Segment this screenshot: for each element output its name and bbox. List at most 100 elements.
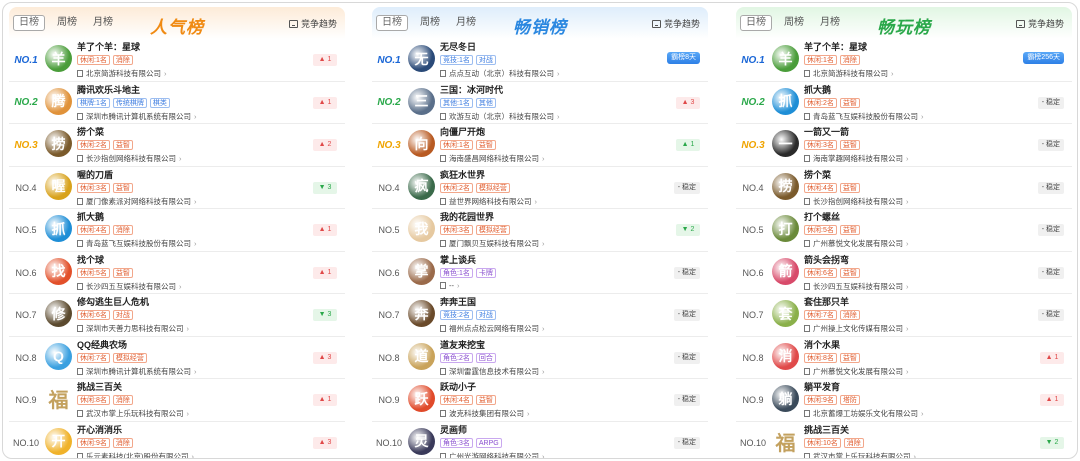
kid-icon[interactable]: 跃 xyxy=(408,385,435,412)
game-name[interactable]: 我的花园世界 xyxy=(440,212,640,223)
fruit-icon[interactable]: 消 xyxy=(772,342,799,370)
ranking-row[interactable]: NO.1 无无尽冬日 竞技:1名 对战 点点互动（北京）科技有限公司 › 霸榜8天 xyxy=(372,39,708,82)
company-link[interactable]: 益世界网络科技有限公司 › xyxy=(440,196,640,207)
company-link[interactable]: 长沙四五互娱科技有限公司 › xyxy=(77,281,277,292)
game-name[interactable]: 羊了个羊：星球 xyxy=(77,42,277,53)
company-link[interactable]: 欢游互动（北京）科技有限公司 › xyxy=(440,111,640,122)
ball-icon[interactable]: 找 xyxy=(45,257,72,285)
game-name[interactable]: 捞个菜 xyxy=(804,170,1004,181)
ranking-row[interactable]: NO.4 疯疯狂水世界 休闲:2名 模拟经营 益世界网络科技有限公司 › - 稳定 xyxy=(372,167,708,209)
company-link[interactable]: 北京蓄爆工坊娱乐文化有限公司 › xyxy=(804,408,1004,419)
farm-icon[interactable]: Q xyxy=(45,342,72,370)
ranking-row[interactable]: NO.3 一一箭又一箭 休闲:3名 益智 海南掌趣网络科技有限公司 › - 稳定 xyxy=(736,124,1072,167)
game-name[interactable]: QQ经典农场 xyxy=(77,340,277,351)
screw-icon[interactable]: 打 xyxy=(772,215,799,242)
treasure-icon[interactable]: 道 xyxy=(408,342,435,370)
company-link[interactable]: 青岛蓝飞互娱科技股份有限公司 › xyxy=(804,111,1004,122)
tab-month[interactable]: 月榜 xyxy=(452,15,480,31)
game-name[interactable]: 找个球 xyxy=(77,255,277,266)
zombie-icon[interactable]: 向 xyxy=(408,130,435,157)
ranking-row[interactable]: NO.8 Q QQ经典农场 休闲:7名 模拟经营 深圳市腾讯计算机系统有限公司 › ▲ 3 xyxy=(9,337,345,379)
company-link[interactable]: 波克科技集团有限公司 › xyxy=(440,408,640,419)
dog-icon[interactable]: 修 xyxy=(45,300,72,327)
company-link[interactable]: -- › xyxy=(440,281,640,290)
game-name[interactable]: 向僵尸开炮 xyxy=(440,127,640,138)
game-name[interactable]: 挑战三百关 xyxy=(804,425,1004,436)
trend-button[interactable]: 竞争趋势 xyxy=(651,17,700,30)
tab-day[interactable]: 日榜 xyxy=(13,15,45,31)
ranking-row[interactable]: NO.7 奔奔奔王国 竞技:2名 对战 福州点点松云网络有限公司 › - 稳定 xyxy=(372,294,708,337)
game-name[interactable]: 套住那只羊 xyxy=(804,297,1004,308)
ranking-row[interactable]: NO.2 抓抓大鹅 休闲:2名 益智 青岛蓝飞互娱科技股份有限公司 › - 稳定 xyxy=(736,82,1072,124)
game-name[interactable]: 掌上谈兵 xyxy=(440,255,640,266)
ranking-row[interactable]: NO.7 套套住那只羊 休闲:7名 消除 广州操上文化传媒有限公司 › - 稳定 xyxy=(736,294,1072,337)
company-link[interactable]: 深圳市腾讯计算机系统有限公司 › xyxy=(77,111,277,122)
ranking-row[interactable]: NO.6 掌掌上谈兵 角色:1名 卡牌 -- › - 稳定 xyxy=(372,252,708,294)
company-link[interactable]: 厦门飘贝互娱科技有限公司 › xyxy=(440,238,640,249)
game-name[interactable]: 三国：冰河时代 xyxy=(440,85,640,96)
company-link[interactable]: 乐元素科技(北京)股份有限公司 › xyxy=(77,451,277,458)
farmer-icon[interactable]: 腾 xyxy=(45,87,72,115)
ranking-row[interactable]: NO.1 羊羊了个羊：星球 休闲:1名 消除 北京简游科技有限公司 › ▲ 1 xyxy=(9,39,345,82)
game-name[interactable]: 羊了个羊：星球 xyxy=(804,42,1004,53)
company-link[interactable]: 广州慕悦文化发展有限公司 › xyxy=(804,366,1004,377)
ranking-row[interactable]: NO.10 灵灵画师 角色:3名 ARPG 广州光游网络科技有限公司 › - 稳定 xyxy=(372,422,708,458)
tab-week[interactable]: 周榜 xyxy=(780,15,808,31)
painter-icon[interactable]: 灵 xyxy=(408,427,435,455)
tab-month[interactable]: 月榜 xyxy=(89,15,117,31)
tab-week[interactable]: 周榜 xyxy=(53,15,81,31)
company-link[interactable]: 青岛蓝飞互娱科技股份有限公司 › xyxy=(77,238,277,249)
game-name[interactable]: 无尽冬日 xyxy=(440,42,640,53)
company-link[interactable]: 点点互动（北京）科技有限公司 › xyxy=(440,68,640,79)
company-link[interactable]: 长沙四五互娱科技有限公司 › xyxy=(804,281,1004,292)
ranking-row[interactable]: NO.3 向向僵尸开炮 休闲:1名 益智 海南盛昌网络科技有限公司 › ▲ 1 xyxy=(372,124,708,167)
soldier-icon[interactable]: 掌 xyxy=(408,257,435,285)
ranking-row[interactable]: NO.1 羊羊了个羊：星球 休闲:1名 消除 北京简游科技有限公司 › 霸榜256天 xyxy=(736,39,1072,82)
fu-icon[interactable]: 福 xyxy=(45,385,72,412)
trend-button[interactable]: 竞争趋势 xyxy=(1015,17,1064,30)
company-link[interactable]: 福州点点松云网络有限公司 › xyxy=(440,323,640,334)
ranking-row[interactable]: NO.9 福挑战三百关 休闲:8名 消除 武汉市掌上乐玩科技有限公司 › ▲ 1 xyxy=(9,379,345,422)
ranking-row[interactable]: NO.7 修修勾逃生巨人危机 休闲:6名 对战 深圳市天善力思科技有限公司 › ▼ 3 xyxy=(9,294,345,337)
company-link[interactable]: 长沙指创网络科技有限公司 › xyxy=(804,196,1004,207)
tab-day[interactable]: 日榜 xyxy=(740,15,772,31)
trend-button[interactable]: 竞争趋势 xyxy=(288,17,337,30)
tab-month[interactable]: 月榜 xyxy=(816,15,844,31)
company-link[interactable]: 厦门像素派对网络科技有限公司 › xyxy=(77,196,277,207)
goose-icon[interactable]: 抓 xyxy=(45,215,72,242)
company-link[interactable]: 海南掌趣网络科技有限公司 › xyxy=(804,153,1004,164)
ranking-row[interactable]: NO.2 腾腾讯欢乐斗地主 棋牌:1名 传统棋牌 棋类 深圳市腾讯计算机系统有限公司 › ▲ … xyxy=(9,82,345,124)
game-name[interactable]: 疯狂水世界 xyxy=(440,170,640,181)
tab-day[interactable]: 日榜 xyxy=(376,15,408,31)
curve-arrow-icon[interactable]: 箭 xyxy=(772,257,799,285)
ranking-row[interactable]: NO.9 跃跃动小子 休闲:4名 益智 波克科技集团有限公司 › - 稳定 xyxy=(372,379,708,422)
game-name[interactable]: 抓大鹅 xyxy=(77,212,277,223)
game-name[interactable]: 躺平发育 xyxy=(804,382,1004,393)
company-link[interactable]: 北京简游科技有限公司 › xyxy=(77,68,277,79)
company-link[interactable]: 广州慕悦文化发展有限公司 › xyxy=(804,238,1004,249)
fu-icon[interactable]: 福 xyxy=(772,427,799,455)
ranking-row[interactable]: NO.5 抓抓大鹅 休闲:4名 消除 青岛蓝飞互娱科技股份有限公司 › ▲ 1 xyxy=(9,209,345,252)
game-name[interactable]: 腾讯欢乐斗地主 xyxy=(77,85,277,96)
company-link[interactable]: 武汉市掌上乐玩科技有限公司 › xyxy=(77,408,277,419)
company-link[interactable]: 武汉市掌上乐玩科技有限公司 › xyxy=(804,451,1004,458)
lasso-icon[interactable]: 套 xyxy=(772,300,799,327)
company-link[interactable]: 广州操上文化传媒有限公司 › xyxy=(804,323,1004,334)
company-link[interactable]: 深圳市腾讯计算机系统有限公司 › xyxy=(77,366,277,377)
game-name[interactable]: 修勾逃生巨人危机 xyxy=(77,297,277,308)
company-link[interactable]: 长沙指创网络科技有限公司 › xyxy=(77,153,277,164)
game-name[interactable]: 一箭又一箭 xyxy=(804,127,1004,138)
company-link[interactable]: 北京简游科技有限公司 › xyxy=(804,68,1004,79)
company-link[interactable]: 深圳雷霆信息技术有限公司 › xyxy=(440,366,640,377)
sheep-icon[interactable]: 羊 xyxy=(45,45,72,72)
tab-week[interactable]: 周榜 xyxy=(416,15,444,31)
water-icon[interactable]: 疯 xyxy=(408,172,435,200)
goose-icon[interactable]: 抓 xyxy=(772,87,799,115)
game-name[interactable]: 抓大鹅 xyxy=(804,85,1004,96)
game-name[interactable]: 打个螺丝 xyxy=(804,212,1004,223)
game-name[interactable]: 奔奔王国 xyxy=(440,297,640,308)
company-link[interactable]: 海南盛昌网络科技有限公司 › xyxy=(440,153,640,164)
game-name[interactable]: 灵画师 xyxy=(440,425,640,436)
company-link[interactable]: 广州光游网络科技有限公司 › xyxy=(440,451,640,458)
ranking-row[interactable]: NO.8 道道友来挖宝 角色:2名 回合 深圳雷霆信息技术有限公司 › - 稳定 xyxy=(372,337,708,379)
